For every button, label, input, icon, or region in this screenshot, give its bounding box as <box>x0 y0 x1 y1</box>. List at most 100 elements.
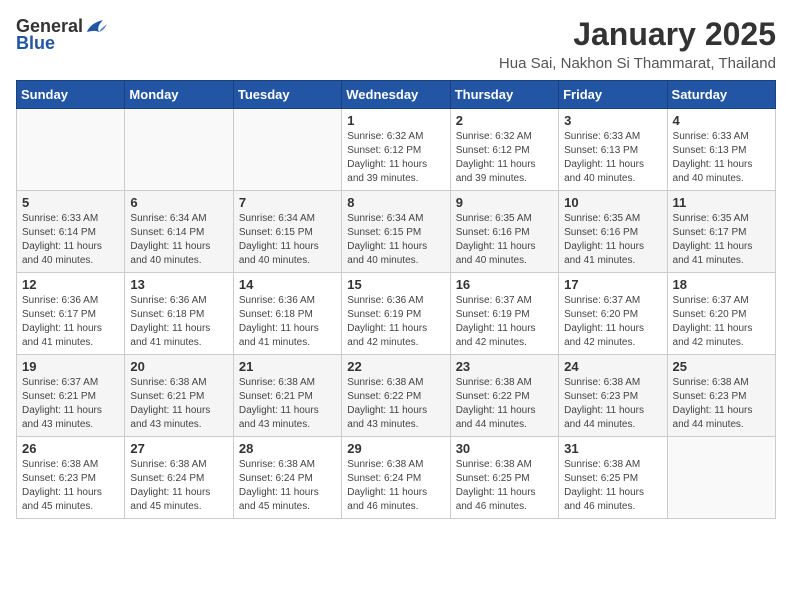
day-number: 14 <box>239 277 336 292</box>
day-number: 4 <box>673 113 770 128</box>
weekday-header-saturday: Saturday <box>667 81 775 109</box>
day-number: 23 <box>456 359 553 374</box>
calendar-week-3: 12Sunrise: 6:36 AMSunset: 6:17 PMDayligh… <box>17 273 776 355</box>
day-number: 19 <box>22 359 119 374</box>
day-info: Sunrise: 6:36 AMSunset: 6:18 PMDaylight:… <box>130 294 227 350</box>
day-number: 13 <box>130 277 227 292</box>
day-info: Sunrise: 6:38 AMSunset: 6:23 PMDaylight:… <box>564 376 661 432</box>
calendar-cell: 27 Sunrise: 6:38 AMSunset: 6:24 PMDayligh… <box>125 437 233 519</box>
day-number: 8 <box>347 195 444 210</box>
day-number: 30 <box>456 441 553 456</box>
calendar-cell: 11Sunrise: 6:35 AMSunset: 6:17 PMDayligh… <box>667 191 775 273</box>
day-number: 9 <box>456 195 553 210</box>
day-number: 28 <box>239 441 336 456</box>
calendar-cell: 10 Sunrise: 6:35 AMSunset: 6:16 PMDayligh… <box>559 191 667 273</box>
calendar-cell: 1 Sunrise: 6:32 AMSunset: 6:12 PMDaylight… <box>342 109 450 191</box>
weekday-header-thursday: Thursday <box>450 81 558 109</box>
calendar-cell: 20 Sunrise: 6:38 AMSunset: 6:21 PMDayligh… <box>125 355 233 437</box>
day-info: Sunrise: 6:34 AMSunset: 6:15 PMDaylight:… <box>239 212 336 268</box>
calendar-week-1: 1 Sunrise: 6:32 AMSunset: 6:12 PMDaylight… <box>17 109 776 191</box>
calendar-cell <box>17 109 125 191</box>
day-number: 1 <box>347 113 444 128</box>
day-number: 10 <box>564 195 661 210</box>
day-info: Sunrise: 6:36 AMSunset: 6:19 PMDaylight:… <box>347 294 444 350</box>
calendar-week-5: 26 Sunrise: 6:38 AMSunset: 6:23 PMDayligh… <box>17 437 776 519</box>
calendar-cell: 12Sunrise: 6:36 AMSunset: 6:17 PMDayligh… <box>17 273 125 355</box>
calendar-week-2: 5 Sunrise: 6:33 AMSunset: 6:14 PMDaylight… <box>17 191 776 273</box>
day-number: 29 <box>347 441 444 456</box>
calendar-cell: 6 Sunrise: 6:34 AMSunset: 6:14 PMDaylight… <box>125 191 233 273</box>
calendar-cell: 30Sunrise: 6:38 AMSunset: 6:25 PMDayligh… <box>450 437 558 519</box>
day-number: 26 <box>22 441 119 456</box>
calendar-cell: 2Sunrise: 6:32 AMSunset: 6:12 PMDaylight… <box>450 109 558 191</box>
day-info: Sunrise: 6:37 AMSunset: 6:19 PMDaylight:… <box>456 294 553 350</box>
weekday-header-wednesday: Wednesday <box>342 81 450 109</box>
logo-bird-icon <box>85 18 107 36</box>
day-number: 27 <box>130 441 227 456</box>
calendar-cell: 4 Sunrise: 6:33 AMSunset: 6:13 PMDaylight… <box>667 109 775 191</box>
day-info: Sunrise: 6:35 AMSunset: 6:16 PMDaylight:… <box>564 212 661 268</box>
day-info: Sunrise: 6:38 AMSunset: 6:21 PMDaylight:… <box>239 376 336 432</box>
day-info: Sunrise: 6:38 AMSunset: 6:24 PMDaylight:… <box>239 458 336 514</box>
calendar-week-4: 19 Sunrise: 6:37 AMSunset: 6:21 PMDayligh… <box>17 355 776 437</box>
title-block: January 2025 Hua Sai, Nakhon Si Thammara… <box>499 16 776 72</box>
calendar-cell: 9 Sunrise: 6:35 AMSunset: 6:16 PMDaylight… <box>450 191 558 273</box>
calendar-cell: 16 Sunrise: 6:37 AMSunset: 6:19 PMDayligh… <box>450 273 558 355</box>
day-info: Sunrise: 6:33 AMSunset: 6:14 PMDaylight:… <box>22 212 119 268</box>
day-info: Sunrise: 6:35 AMSunset: 6:16 PMDaylight:… <box>456 212 553 268</box>
calendar-cell: 24Sunrise: 6:38 AMSunset: 6:23 PMDayligh… <box>559 355 667 437</box>
calendar-cell: 13 Sunrise: 6:36 AMSunset: 6:18 PMDayligh… <box>125 273 233 355</box>
day-info: Sunrise: 6:37 AMSunset: 6:21 PMDaylight:… <box>22 376 119 432</box>
weekday-header-friday: Friday <box>559 81 667 109</box>
day-number: 16 <box>456 277 553 292</box>
day-number: 15 <box>347 277 444 292</box>
calendar-cell: 29Sunrise: 6:38 AMSunset: 6:24 PMDayligh… <box>342 437 450 519</box>
calendar-cell: 8 Sunrise: 6:34 AMSunset: 6:15 PMDaylight… <box>342 191 450 273</box>
day-info: Sunrise: 6:38 AMSunset: 6:23 PMDaylight:… <box>673 376 770 432</box>
day-info: Sunrise: 6:33 AMSunset: 6:13 PMDaylight:… <box>673 130 770 186</box>
page-header: General Blue January 2025 Hua Sai, Nakho… <box>16 16 776 72</box>
day-number: 3 <box>564 113 661 128</box>
day-info: Sunrise: 6:38 AMSunset: 6:22 PMDaylight:… <box>456 376 553 432</box>
day-info: Sunrise: 6:32 AMSunset: 6:12 PMDaylight:… <box>347 130 444 186</box>
calendar-cell: 26 Sunrise: 6:38 AMSunset: 6:23 PMDayligh… <box>17 437 125 519</box>
weekday-header-sunday: Sunday <box>17 81 125 109</box>
calendar-cell: 22 Sunrise: 6:38 AMSunset: 6:22 PMDayligh… <box>342 355 450 437</box>
weekday-header-monday: Monday <box>125 81 233 109</box>
day-number: 5 <box>22 195 119 210</box>
calendar-cell: 19 Sunrise: 6:37 AMSunset: 6:21 PMDayligh… <box>17 355 125 437</box>
day-info: Sunrise: 6:38 AMSunset: 6:25 PMDaylight:… <box>564 458 661 514</box>
calendar-cell: 7 Sunrise: 6:34 AMSunset: 6:15 PMDaylight… <box>233 191 341 273</box>
day-info: Sunrise: 6:36 AMSunset: 6:18 PMDaylight:… <box>239 294 336 350</box>
day-number: 22 <box>347 359 444 374</box>
calendar-cell: 18 Sunrise: 6:37 AMSunset: 6:20 PMDayligh… <box>667 273 775 355</box>
calendar-cell <box>233 109 341 191</box>
day-info: Sunrise: 6:34 AMSunset: 6:15 PMDaylight:… <box>347 212 444 268</box>
calendar-table: SundayMondayTuesdayWednesdayThursdayFrid… <box>16 80 776 519</box>
day-number: 25 <box>673 359 770 374</box>
day-info: Sunrise: 6:38 AMSunset: 6:24 PMDaylight:… <box>130 458 227 514</box>
day-number: 6 <box>130 195 227 210</box>
calendar-cell: 5 Sunrise: 6:33 AMSunset: 6:14 PMDaylight… <box>17 191 125 273</box>
calendar-cell: 14 Sunrise: 6:36 AMSunset: 6:18 PMDayligh… <box>233 273 341 355</box>
day-number: 18 <box>673 277 770 292</box>
day-info: Sunrise: 6:33 AMSunset: 6:13 PMDaylight:… <box>564 130 661 186</box>
calendar-cell: 23 Sunrise: 6:38 AMSunset: 6:22 PMDayligh… <box>450 355 558 437</box>
day-number: 31 <box>564 441 661 456</box>
calendar-cell: 28 Sunrise: 6:38 AMSunset: 6:24 PMDayligh… <box>233 437 341 519</box>
day-info: Sunrise: 6:38 AMSunset: 6:22 PMDaylight:… <box>347 376 444 432</box>
location-title: Hua Sai, Nakhon Si Thammarat, Thailand <box>499 55 776 72</box>
calendar-cell: 15 Sunrise: 6:36 AMSunset: 6:19 PMDayligh… <box>342 273 450 355</box>
day-number: 11 <box>673 195 770 210</box>
day-info: Sunrise: 6:38 AMSunset: 6:23 PMDaylight:… <box>22 458 119 514</box>
day-info: Sunrise: 6:34 AMSunset: 6:14 PMDaylight:… <box>130 212 227 268</box>
calendar-header-row: SundayMondayTuesdayWednesdayThursdayFrid… <box>17 81 776 109</box>
logo: General Blue <box>16 16 107 54</box>
day-number: 7 <box>239 195 336 210</box>
logo-blue-text: Blue <box>16 33 55 54</box>
day-number: 20 <box>130 359 227 374</box>
day-number: 2 <box>456 113 553 128</box>
calendar-cell <box>667 437 775 519</box>
day-info: Sunrise: 6:38 AMSunset: 6:21 PMDaylight:… <box>130 376 227 432</box>
day-info: Sunrise: 6:37 AMSunset: 6:20 PMDaylight:… <box>673 294 770 350</box>
